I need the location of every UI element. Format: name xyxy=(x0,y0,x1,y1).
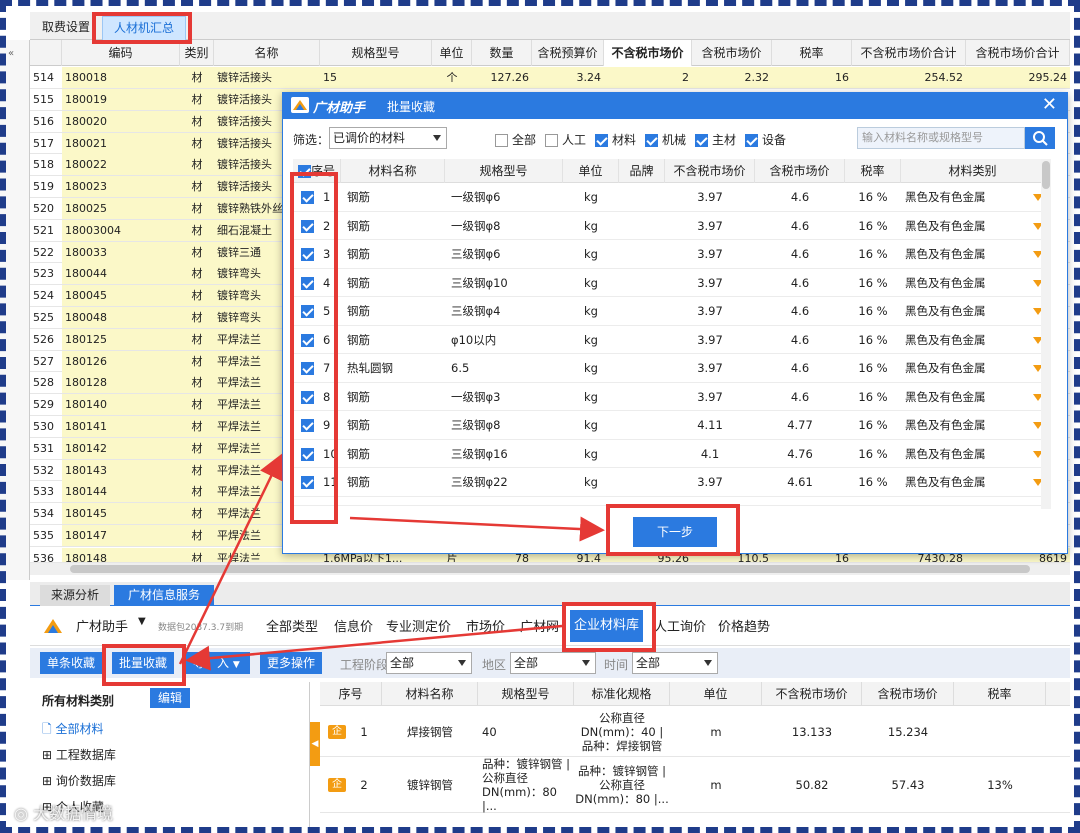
watermark: ◎ 大数据情境 xyxy=(14,804,114,823)
annotation-arrows xyxy=(178,453,605,671)
watermark-icon: ◎ xyxy=(14,804,28,823)
